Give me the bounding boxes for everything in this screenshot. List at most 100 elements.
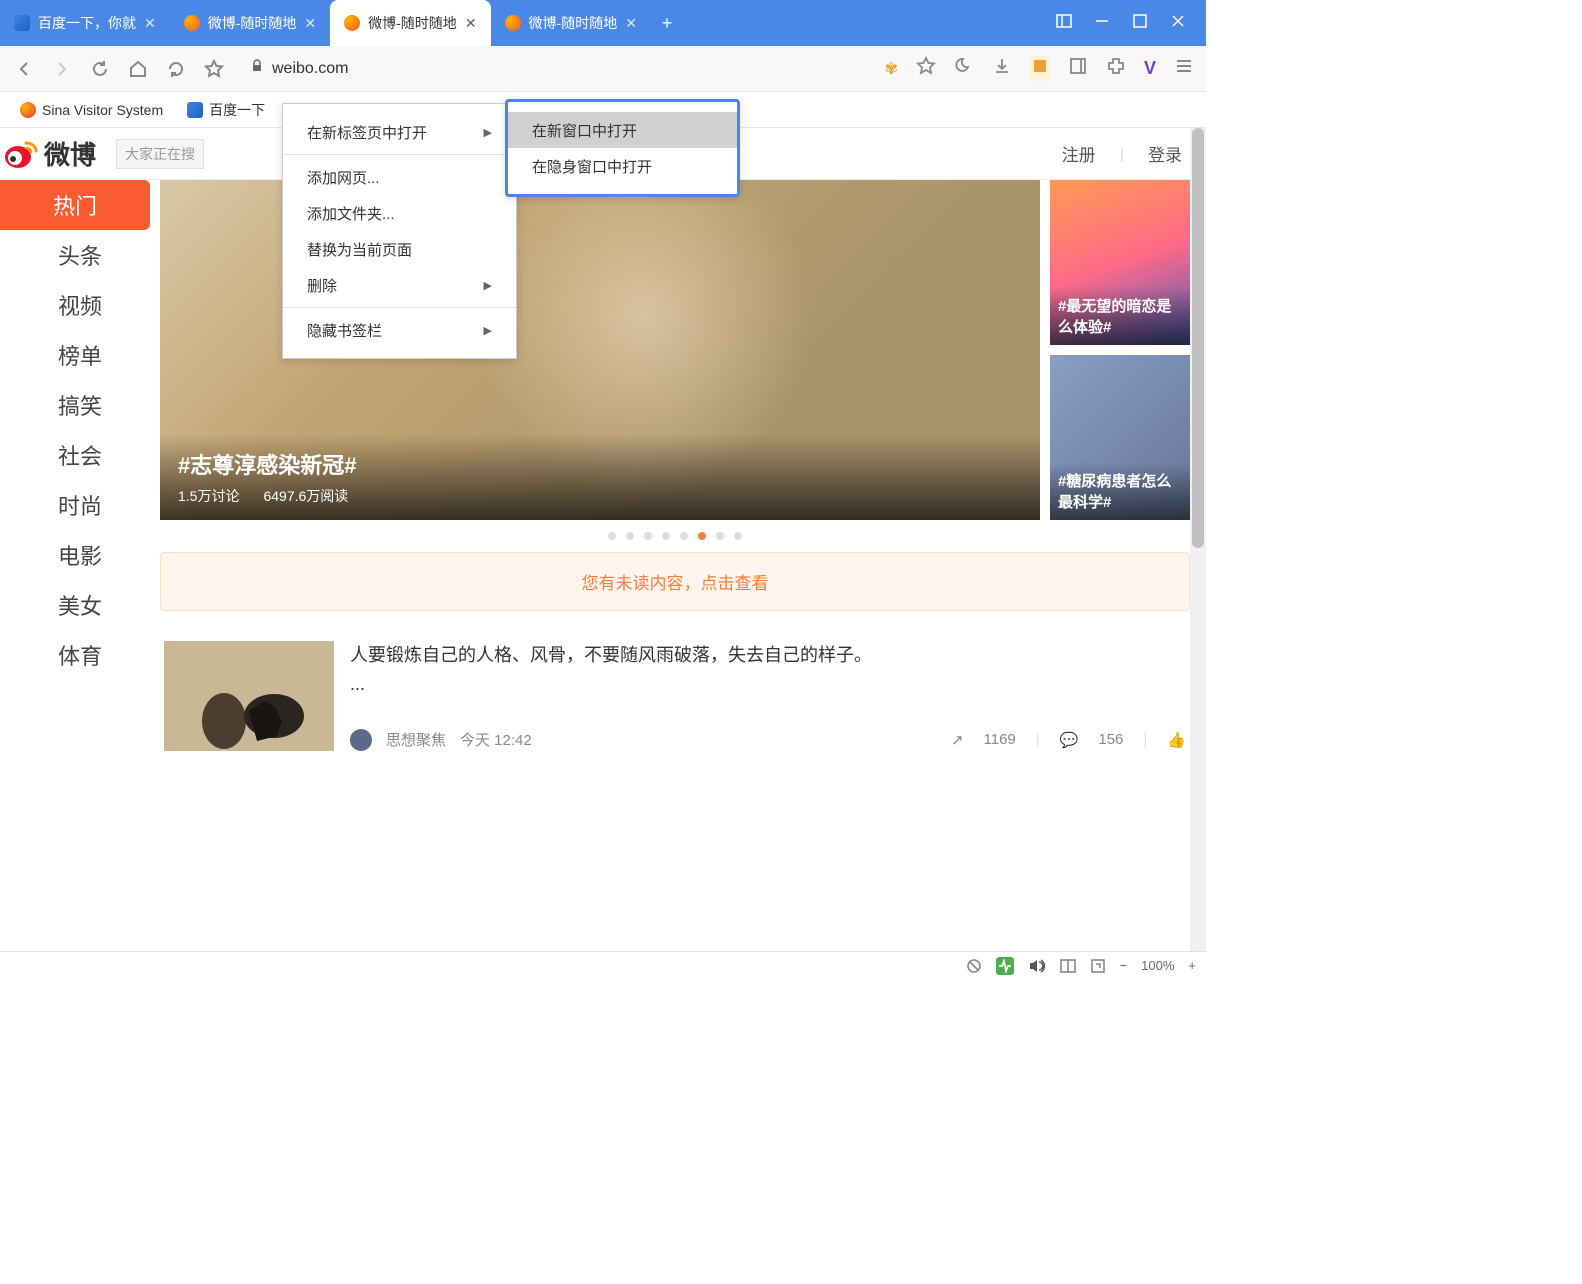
split-view-icon[interactable]: [1060, 958, 1076, 974]
menu-item-open-new-tab[interactable]: 在新标签页中打开 ▶: [283, 114, 516, 150]
extension-icon[interactable]: [1106, 56, 1126, 81]
home-button[interactable]: [126, 57, 150, 81]
reload-button[interactable]: [88, 57, 112, 81]
close-icon[interactable]: ✕: [625, 15, 637, 32]
hero-discuss-count: 1.5万讨论: [178, 486, 239, 506]
sidebar-item-beauty[interactable]: 美女: [0, 580, 160, 630]
back-button[interactable]: [12, 57, 36, 81]
comment-icon[interactable]: 💬: [1060, 731, 1079, 749]
toolbar-icons: ✾ V: [885, 56, 1194, 81]
menu-item-add-page[interactable]: 添加网页...: [283, 159, 516, 195]
repost-icon[interactable]: ↗: [951, 731, 964, 749]
lock-icon: [250, 59, 264, 78]
zoom-level: 100%: [1141, 958, 1174, 973]
url-input[interactable]: weibo.com: [240, 59, 871, 78]
night-mode-icon[interactable]: [954, 56, 974, 81]
weibo-favicon-icon: [505, 15, 521, 31]
avatar[interactable]: [350, 729, 372, 751]
close-icon[interactable]: ✕: [144, 15, 156, 32]
minimize-icon[interactable]: [1094, 13, 1110, 34]
weibo-logo-icon: [4, 139, 38, 169]
carousel-dot[interactable]: [626, 532, 634, 540]
close-icon[interactable]: [1170, 13, 1186, 34]
activity-icon[interactable]: [996, 957, 1014, 975]
carousel-dot[interactable]: [734, 532, 742, 540]
bookmark-item[interactable]: Sina Visitor System: [12, 98, 171, 122]
side-card-label: #最无望的暗恋是么体验#: [1050, 287, 1190, 345]
comment-count: 156: [1098, 731, 1123, 748]
tab-label: 微博-随时随地: [368, 13, 457, 33]
repost-count: 1169: [984, 731, 1016, 748]
carousel-dot[interactable]: [680, 532, 688, 540]
separator: |: [1120, 144, 1124, 164]
close-icon[interactable]: ✕: [465, 15, 477, 32]
like-icon[interactable]: 👍: [1167, 731, 1186, 749]
tab-label: 微博-随时随地: [529, 13, 618, 33]
screenshot-icon[interactable]: [1030, 56, 1050, 81]
chevron-right-icon: ▶: [484, 126, 492, 139]
menu-item-replace-current[interactable]: 替换为当前页面: [283, 231, 516, 267]
weibo-favicon-icon: [184, 15, 200, 31]
sidebar-item-sports[interactable]: 体育: [0, 630, 160, 680]
maximize-icon[interactable]: [1132, 13, 1148, 34]
page-content: 微博 大家正在搜 注册 | 登录 热门 头条 视频 榜单 搞笑 社会 时尚 电影…: [0, 128, 1206, 951]
expand-icon[interactable]: [1090, 958, 1106, 974]
carousel-dot[interactable]: [716, 532, 724, 540]
sidebar-item-society[interactable]: 社会: [0, 430, 160, 480]
download-icon[interactable]: [992, 56, 1012, 81]
carousel-dot-active[interactable]: [698, 532, 706, 540]
unread-banner[interactable]: 您有未读内容，点击查看: [160, 552, 1190, 611]
menu-item-delete[interactable]: 删除 ▶: [283, 267, 516, 303]
post-author[interactable]: 思想聚焦: [386, 729, 446, 750]
browser-tab[interactable]: 微博-随时随地 ✕: [491, 0, 651, 46]
login-link[interactable]: 登录: [1148, 141, 1182, 166]
carousel-dot[interactable]: [662, 532, 670, 540]
close-icon[interactable]: ✕: [304, 15, 316, 32]
zoom-in-button[interactable]: +: [1188, 958, 1196, 973]
post-actions: ↗ 1169 | 💬 156 | 👍: [951, 731, 1186, 749]
sidebar-item-hot[interactable]: 热门: [0, 180, 150, 230]
post-thumbnail[interactable]: [164, 641, 334, 751]
browser-tab-active[interactable]: 微博-随时随地 ✕: [330, 0, 490, 46]
context-menu: 在新标签页中打开 ▶ 添加网页... 添加文件夹... 替换为当前页面 删除 ▶…: [282, 103, 517, 359]
sidebar-item-headlines[interactable]: 头条: [0, 230, 160, 280]
sidebar-item-fashion[interactable]: 时尚: [0, 480, 160, 530]
sidebar-item-funny[interactable]: 搞笑: [0, 380, 160, 430]
new-tab-button[interactable]: +: [651, 0, 683, 46]
chevron-right-icon: ▶: [484, 279, 492, 292]
sidebar-item-ranking[interactable]: 榜单: [0, 330, 160, 380]
sidebar-item-video[interactable]: 视频: [0, 280, 160, 330]
weibo-logo[interactable]: 微博: [4, 135, 96, 172]
menu-icon[interactable]: [1174, 56, 1194, 81]
register-link[interactable]: 注册: [1062, 141, 1096, 166]
bookmark-item[interactable]: 百度一下: [179, 96, 273, 124]
weibo-nav: 注册 | 登录: [1062, 141, 1182, 166]
star-icon[interactable]: [916, 56, 936, 81]
browser-tab[interactable]: 微博-随时随地 ✕: [170, 0, 330, 46]
menu-item-add-folder[interactable]: 添加文件夹...: [283, 195, 516, 231]
menu-item-hide-bookmarks[interactable]: 隐藏书签栏 ▶: [283, 312, 516, 348]
sidebar-item-movie[interactable]: 电影: [0, 530, 160, 580]
carousel-dots: [160, 520, 1190, 552]
bee-icon[interactable]: ✾: [885, 59, 898, 79]
browser-tab[interactable]: 百度一下，你就 ✕: [0, 0, 170, 46]
side-card[interactable]: #最无望的暗恋是么体验#: [1050, 180, 1190, 345]
menu-item-open-incognito[interactable]: 在隐身窗口中打开: [508, 148, 737, 184]
panel-toggle-icon[interactable]: [1056, 13, 1072, 34]
favorite-button[interactable]: [202, 57, 226, 81]
carousel-dot[interactable]: [608, 532, 616, 540]
zoom-out-button[interactable]: −: [1120, 958, 1128, 973]
tab-label: 微博-随时随地: [208, 13, 297, 33]
carousel-dot[interactable]: [644, 532, 652, 540]
forward-button[interactable]: [50, 57, 74, 81]
scrollbar-thumb[interactable]: [1192, 128, 1204, 548]
collection-icon[interactable]: [1068, 56, 1088, 81]
menu-item-open-new-window[interactable]: 在新窗口中打开: [508, 112, 737, 148]
undo-button[interactable]: [164, 57, 188, 81]
block-icon[interactable]: [966, 958, 982, 974]
scrollbar[interactable]: [1190, 128, 1206, 951]
search-input[interactable]: 大家正在搜: [116, 139, 204, 169]
v-logo-icon[interactable]: V: [1144, 58, 1156, 79]
side-card[interactable]: #糖尿病患者怎么最科学#: [1050, 355, 1190, 520]
volume-icon[interactable]: [1028, 957, 1046, 975]
